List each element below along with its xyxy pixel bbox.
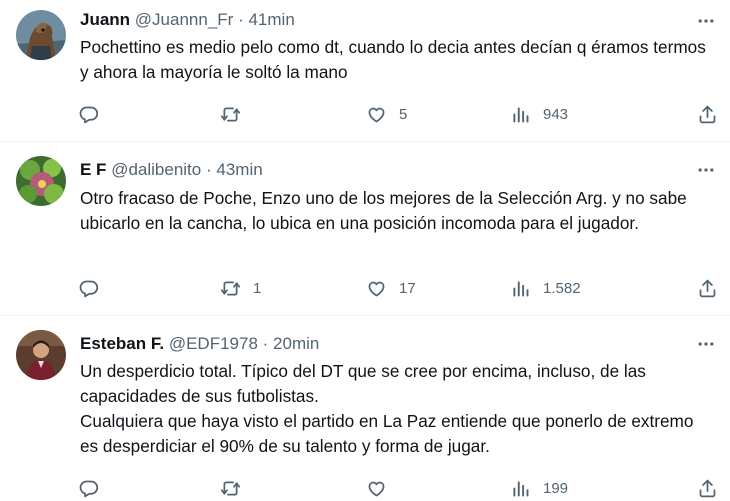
reply-button[interactable]	[78, 475, 111, 501]
reply-button[interactable]	[78, 275, 111, 301]
reply-button[interactable]	[78, 101, 111, 127]
views-button[interactable]: 943	[510, 101, 568, 127]
tweet-text: Un desperdicio total. Típico del DT que …	[80, 359, 712, 459]
views-count: 943	[543, 105, 569, 123]
avatar[interactable]	[16, 156, 66, 206]
heart-icon	[368, 107, 385, 122]
author-name[interactable]: Juann	[80, 10, 130, 29]
more-horizontal-icon	[698, 342, 714, 346]
views-bar-chart-icon	[513, 280, 529, 296]
timestamp[interactable]: 41min	[248, 10, 294, 29]
more-options-button[interactable]	[694, 332, 718, 356]
retweet-button[interactable]	[220, 475, 253, 501]
author-handle[interactable]: @EDF1978	[169, 334, 258, 353]
retweet-icon	[220, 281, 241, 295]
heart-icon	[368, 481, 385, 496]
like-button[interactable]: 5	[366, 101, 407, 127]
share-upload-icon	[699, 279, 716, 297]
tweet-header: Esteban F. @EDF1978 · 20min	[80, 333, 670, 355]
retweet-button[interactable]	[220, 101, 253, 127]
tweet-actions: 1 17 1.582	[78, 275, 718, 301]
avatar[interactable]	[16, 10, 66, 60]
timestamp[interactable]: 43min	[216, 160, 262, 179]
more-options-button[interactable]	[694, 158, 718, 182]
share-button[interactable]	[697, 275, 718, 301]
views-button[interactable]: 1.582	[510, 275, 581, 301]
views-button[interactable]: 199	[510, 475, 568, 501]
like-count: 17	[399, 279, 416, 297]
tweet-paragraph: Un desperdicio total. Típico del DT que …	[80, 361, 646, 406]
retweet-icon	[220, 107, 241, 121]
tweet[interactable]: Juann @Juannn_Fr · 41min Pochettino es m…	[0, 0, 730, 142]
views-count: 199	[543, 479, 569, 497]
views-count: 1.582	[543, 279, 581, 297]
retweet-icon	[220, 481, 241, 495]
tweet-header: E F @dalibenito · 43min	[80, 159, 670, 181]
views-bar-chart-icon	[513, 106, 529, 122]
tweet-paragraph: Cualquiera que haya visto el partido en …	[80, 411, 694, 456]
heart-icon	[368, 281, 385, 296]
tweet-text: Otro fracaso de Poche, Enzo uno de los m…	[80, 186, 712, 236]
tweet-header: Juann @Juannn_Fr · 41min	[80, 9, 670, 31]
separator-dot: ·	[262, 334, 269, 353]
share-button[interactable]	[697, 475, 718, 501]
more-options-button[interactable]	[694, 9, 718, 33]
retweet-button[interactable]: 1	[220, 275, 261, 301]
author-name[interactable]: Esteban F.	[80, 334, 164, 353]
tweet-paragraph: Otro fracaso de Poche, Enzo uno de los m…	[80, 188, 687, 233]
author-handle[interactable]: @dalibenito	[111, 160, 201, 179]
views-bar-chart-icon	[513, 480, 529, 496]
like-button[interactable]	[366, 475, 399, 501]
retweet-count: 1	[253, 279, 262, 297]
separator-dot: ·	[238, 10, 244, 29]
more-horizontal-icon	[698, 168, 714, 172]
tweet-text: Pochettino es medio pelo como dt, cuando…	[80, 35, 712, 85]
timestamp[interactable]: 20min	[273, 334, 319, 353]
tweet-actions: 199	[78, 475, 718, 501]
author-handle[interactable]: @Juannn_Fr	[135, 10, 234, 29]
reply-bubble-icon	[79, 480, 99, 497]
separator-dot: ·	[205, 160, 212, 179]
avatar[interactable]	[16, 330, 66, 380]
tweet[interactable]: Esteban F. @EDF1978 · 20min Un desperdic…	[0, 316, 730, 500]
tweet[interactable]: E F @dalibenito · 43min Otro fracaso de …	[0, 142, 730, 316]
share-button[interactable]	[697, 101, 718, 127]
like-button[interactable]: 17	[366, 275, 416, 301]
author-name[interactable]: E F	[80, 160, 106, 179]
more-horizontal-icon	[698, 19, 714, 23]
share-upload-icon	[699, 105, 716, 123]
like-count: 5	[399, 105, 408, 123]
share-upload-icon	[699, 479, 716, 497]
tweet-actions: 5 943	[78, 101, 718, 127]
tweet-paragraph: Pochettino es medio pelo como dt, cuando…	[80, 37, 706, 82]
reply-bubble-icon	[79, 106, 99, 123]
reply-bubble-icon	[79, 280, 99, 297]
